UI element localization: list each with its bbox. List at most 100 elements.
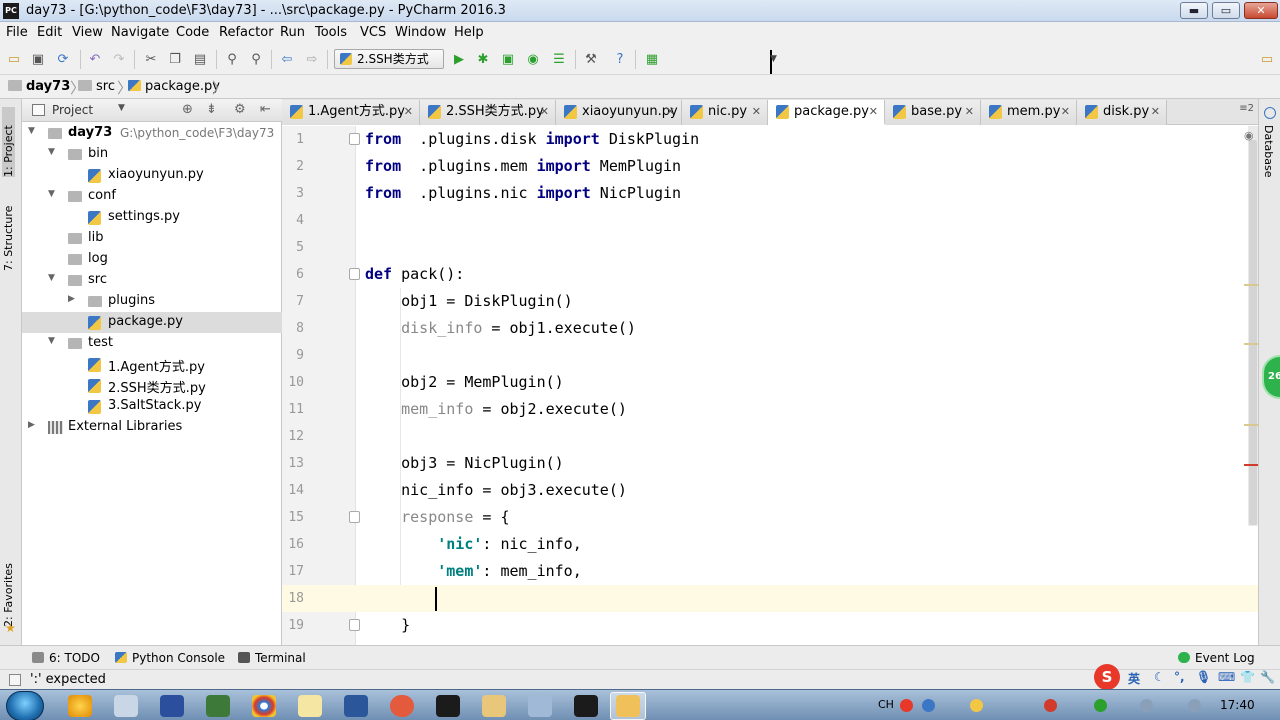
code-line[interactable]: 12 <box>282 423 1258 450</box>
volume-icon[interactable] <box>1188 699 1201 712</box>
fold-marker-icon[interactable] <box>349 133 360 145</box>
minimize-button[interactable]: ▬ <box>1180 2 1208 19</box>
database-tool-tab[interactable]: Database <box>1262 125 1275 178</box>
tree-item[interactable]: package.py <box>22 312 282 333</box>
menu-window[interactable]: Window <box>395 25 446 40</box>
tab-xiaoyunyun[interactable]: xiaoyunyun.py ✕ <box>556 100 682 125</box>
punctuation-icon[interactable]: °, <box>1174 670 1185 684</box>
breadcrumb-project[interactable]: day73 <box>8 79 70 94</box>
project-panel-title[interactable]: Project <box>52 103 93 117</box>
close-icon[interactable]: ✕ <box>1061 100 1070 123</box>
replace-icon[interactable]: ⚲ <box>247 51 265 68</box>
settings-icon[interactable]: ⚒ <box>582 51 600 68</box>
menu-vcs[interactable]: VCS <box>360 25 386 40</box>
chevron-down-icon[interactable]: ▼ <box>48 273 55 283</box>
tree-item[interactable]: ▼ day73 G:\python_code\F3\day73 <box>22 123 282 144</box>
taskbar-app-icon[interactable] <box>616 695 640 717</box>
tray-app-icon[interactable] <box>1044 699 1057 712</box>
error-marker[interactable] <box>1244 464 1258 466</box>
code-line[interactable]: 9 <box>282 342 1258 369</box>
code-editor[interactable]: 1 from .plugins.disk import DiskPlugin 2 fr… <box>282 126 1258 645</box>
open-icon[interactable]: ▭ <box>1258 51 1276 68</box>
code-line[interactable]: 10 obj2 = MemPlugin() <box>282 369 1258 396</box>
find-icon[interactable]: ⚲ <box>223 51 241 68</box>
tray-app-icon[interactable] <box>970 699 983 712</box>
structure-tool-tab[interactable]: 7: Structure <box>2 191 15 271</box>
undo-icon[interactable]: ↶ <box>86 51 104 68</box>
tree-item[interactable]: ▼ bin <box>22 144 282 165</box>
tab-nic[interactable]: nic.py ✕ <box>682 100 768 125</box>
code-line[interactable]: 18 <box>282 585 1258 612</box>
gear-icon[interactable]: ⚙ <box>234 102 246 117</box>
editor-scrollbar-thumb[interactable] <box>1249 140 1257 525</box>
menu-run[interactable]: Run <box>280 25 305 40</box>
tree-item[interactable]: 3.SaltStack.py <box>22 396 282 417</box>
taskbar-app-icon[interactable] <box>206 695 230 717</box>
chevron-down-icon[interactable]: ▼ <box>48 189 55 199</box>
tree-item[interactable]: settings.py <box>22 207 282 228</box>
close-button[interactable]: ✕ <box>1244 2 1278 19</box>
notepad-icon[interactable] <box>298 695 322 717</box>
favorites-tool-tab[interactable]: 2: Favorites <box>2 557 15 627</box>
menu-help[interactable]: Help <box>454 25 484 40</box>
todo-tool-tab[interactable]: 6: TODO <box>32 651 100 665</box>
code-line[interactable]: 15 response = { <box>282 504 1258 531</box>
close-icon[interactable]: ✕ <box>666 100 675 123</box>
chevron-right-icon[interactable]: ▶ <box>28 420 35 430</box>
close-icon[interactable]: ✕ <box>540 100 549 123</box>
close-icon[interactable]: ✕ <box>1151 100 1160 123</box>
forward-icon[interactable]: ⇨ <box>303 51 321 68</box>
code-line[interactable]: 6 def pack(): <box>282 261 1258 288</box>
hide-panel-icon[interactable]: ⇤ <box>260 102 271 117</box>
code-line[interactable]: 3 from .plugins.nic import NicPlugin <box>282 180 1258 207</box>
fold-marker-icon[interactable] <box>349 619 360 631</box>
chrome-icon[interactable] <box>252 695 276 717</box>
keyboard-icon[interactable]: ⌨ <box>1218 670 1235 684</box>
tree-item[interactable]: 1.Agent方式.py <box>22 354 282 375</box>
tray-app-icon[interactable] <box>1094 699 1107 712</box>
tree-item[interactable]: ▼ src <box>22 270 282 291</box>
menu-tools[interactable]: Tools <box>315 25 347 40</box>
chevron-down-icon[interactable]: ▼ <box>48 336 55 346</box>
eye-icon[interactable]: ◉ <box>1244 129 1254 142</box>
tabs-overflow-button[interactable]: ≡2 <box>1239 103 1254 114</box>
code-line[interactable]: 16 'nic': nic_info, <box>282 531 1258 558</box>
warning-marker[interactable] <box>1244 284 1258 286</box>
menu-navigate[interactable]: Navigate <box>111 25 169 40</box>
chevron-down-icon[interactable]: ▼ <box>28 126 35 136</box>
code-line[interactable]: 4 <box>282 207 1258 234</box>
fold-marker-icon[interactable] <box>349 511 360 523</box>
explorer-icon[interactable] <box>482 695 506 717</box>
coverage-icon[interactable]: ▣ <box>499 51 517 68</box>
tab-package[interactable]: package.py ✕ <box>768 100 885 125</box>
tree-item[interactable]: log <box>22 249 282 270</box>
warning-marker[interactable] <box>1244 424 1258 426</box>
terminal-tool-tab[interactable]: Terminal <box>238 651 306 665</box>
open-icon[interactable]: ▭ <box>5 51 23 68</box>
project-tool-tab[interactable]: 1: Project <box>2 107 15 177</box>
sync-icon[interactable]: ⟳ <box>54 51 72 68</box>
cmd-icon[interactable] <box>436 695 460 717</box>
tree-item[interactable]: 2.SSH类方式.py <box>22 375 282 396</box>
event-log-tool-tab[interactable]: Event Log <box>1178 651 1255 665</box>
tab-mem[interactable]: mem.py ✕ <box>981 100 1077 125</box>
tab-agent[interactable]: 1.Agent方式.py ✕ <box>282 100 420 125</box>
skin-icon[interactable]: 👕 <box>1240 670 1255 684</box>
network-icon[interactable] <box>1140 699 1153 712</box>
debug-icon[interactable]: ✱ <box>474 51 492 68</box>
back-icon[interactable]: ⇦ <box>278 51 296 68</box>
start-button[interactable] <box>6 691 44 720</box>
python-console-tool-tab[interactable]: Python Console <box>115 651 225 665</box>
structure-icon[interactable]: ▦ <box>643 51 661 68</box>
code-line[interactable]: 2 from .plugins.mem import MemPlugin <box>282 153 1258 180</box>
taskbar-app-icon[interactable] <box>160 695 184 717</box>
code-line[interactable]: 19 } <box>282 612 1258 639</box>
warning-marker[interactable] <box>1244 343 1258 345</box>
tree-item[interactable]: lib <box>22 228 282 249</box>
profile-icon[interactable]: ◉ <box>524 51 542 68</box>
tree-item[interactable]: ▼ conf <box>22 186 282 207</box>
code-line[interactable]: 13 obj3 = NicPlugin() <box>282 450 1258 477</box>
tray-language[interactable]: CH <box>878 698 894 711</box>
scroll-from-source-icon[interactable]: ⊕ <box>182 102 193 117</box>
paste-icon[interactable]: ▤ <box>191 51 209 68</box>
